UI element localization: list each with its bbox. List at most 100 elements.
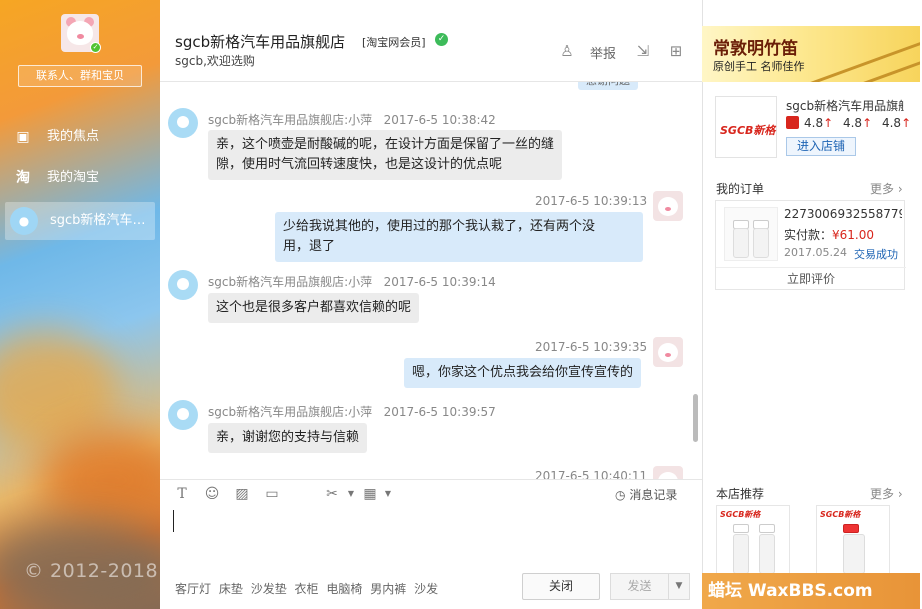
user-avatar-small[interactable] (653, 337, 683, 367)
keyword-link[interactable]: 客厅灯 (175, 582, 211, 596)
order-product-image[interactable] (724, 207, 778, 261)
message-time: 2017-6-5 10:40:11 (535, 469, 648, 479)
chat-message-list[interactable]: 感谢问题 sgcb新格汽车用品旗舰店:小萍 2017-6-5 10:38:42 … (160, 82, 702, 479)
order-date: 2017.05.24 (784, 246, 847, 259)
recommend-title: 本店推荐 (716, 487, 765, 501)
bottle-graphic (733, 524, 749, 533)
verified-icon: ✓ (435, 33, 448, 46)
watermark-banner: 蜡坛 WaxBBS.com (702, 573, 920, 609)
message-sender: sgcb新格汽车用品旗舰店:小萍 2017-6-5 10:39:14 (208, 273, 496, 290)
report-button[interactable]: 举报 (590, 43, 616, 62)
shop-name[interactable]: sgcb新格汽车用品旗舰店 (786, 97, 904, 114)
sender-name: sgcb新格汽车用品旗舰店:小萍 (208, 405, 373, 419)
shop-agent-avatar[interactable] (168, 400, 198, 430)
keyword-link[interactable]: 床垫 (219, 582, 243, 596)
order-paid: 实付款：¥61.00 (784, 226, 874, 243)
sender-name: sgcb新格汽车用品旗舰店:小萍 (208, 113, 373, 127)
message-time: 2017-6-5 10:39:13 (535, 194, 648, 208)
send-options-chevron-icon[interactable]: ▼ (668, 573, 690, 600)
chevron-down-icon[interactable]: ▼ (342, 486, 360, 502)
user-avatar-small[interactable] (653, 191, 683, 221)
share-screen-icon[interactable]: ⇲ (634, 42, 652, 60)
message-history-button[interactable]: ◷ 消息记录 (615, 486, 677, 503)
message-bubble-partial: 感谢问题 (578, 82, 638, 90)
shop-ratings: 4.8↑ 4.8↑ 4.8↑ (804, 116, 911, 130)
bottle-graphic (753, 228, 769, 258)
rating-value: 4.8 (881, 116, 902, 130)
chat-scrollbar[interactable] (693, 394, 698, 442)
apps-grid-icon[interactable]: ⊞ (667, 42, 685, 60)
chevron-right-icon: › (897, 487, 903, 501)
message-bubble: 嗯，你家这个优点我会给你宣传宣传的 (404, 358, 642, 388)
shop-card: SGCB新格 sgcb新格汽车用品旗舰店 4.8↑ 4.8↑ 4.8↑ 进入店铺 (715, 96, 911, 166)
online-status-icon: ✓ (90, 42, 101, 53)
order-id[interactable]: 2273006932558779 (784, 207, 902, 221)
sidebar: ✓ 联系人、群和宝贝 ▣ 我的焦点 淘 我的淘宝 ● sgcb新格汽车用品旗舰店 (0, 0, 160, 609)
message-line: 亲，谢谢您的支持与信赖 (216, 430, 360, 445)
enter-shop-button[interactable]: 进入店铺 (786, 137, 856, 156)
bottle-graphic (843, 534, 865, 574)
calendar-icon[interactable]: ▦ (361, 486, 379, 502)
keyword-link[interactable]: 沙发 (414, 582, 438, 596)
user-avatar-small[interactable] (653, 466, 683, 479)
evaluate-button[interactable]: 立即评价 (716, 267, 906, 289)
order-status[interactable]: 交易成功 (854, 246, 898, 262)
message-bubble: 亲，这个喷壶是耐酸碱的呢，在设计方面是保留了一丝的缝 隙，使用时气流回转速度快，… (208, 130, 563, 180)
message-line: 亲，这个喷壶是耐酸碱的呢，在设计方面是保留了一丝的缝 (216, 137, 555, 152)
message-line: 嗯，你家这个优点我会给你宣传宣传的 (412, 365, 634, 380)
message-line: 这个也是很多客户都喜欢信赖的呢 (216, 300, 412, 315)
banner-title: 常敦明竹笛 (713, 39, 798, 59)
product-logo-text: SGCB新格 (820, 510, 861, 519)
message-sender: sgcb新格汽车用品旗舰店:小萍 2017-6-5 10:38:42 (208, 111, 496, 128)
rating-value: 4.8 (804, 116, 824, 130)
avatar-face (658, 472, 678, 479)
keyword-link[interactable]: 沙发垫 (251, 582, 287, 596)
sidebar-item-focus[interactable]: ▣ 我的焦点 (0, 118, 160, 156)
shop-title[interactable]: sgcb新格汽车用品旗舰店 (175, 31, 345, 52)
keyword-link[interactable]: 电脑椅 (326, 582, 362, 596)
emoji-icon[interactable]: ☺ (203, 486, 221, 502)
message-time: 2017-6-5 10:38:42 (383, 113, 496, 127)
send-button[interactable]: 发送 (610, 573, 668, 600)
sidebar-item-shop-chat[interactable]: ● sgcb新格汽车用品旗舰店 (5, 202, 155, 240)
more-label: 更多 (870, 487, 895, 501)
close-button[interactable]: 关闭 (522, 573, 600, 600)
orders-more-link[interactable]: 更多 › (870, 180, 903, 197)
shop-avatar-icon: ● (10, 207, 38, 235)
input-toolbar: T ☺ ▨ ▭ ✂ ▼ ▦ ▼ ◷ 消息记录 (160, 479, 702, 507)
order-card: 2273006932558779 实付款：¥61.00 2017.05.24 交… (715, 200, 906, 290)
rating-value: 4.8 (842, 116, 863, 130)
recommend-more-link[interactable]: 更多 › (870, 485, 903, 502)
contact-search-input[interactable]: 联系人、群和宝贝 (18, 65, 142, 87)
image-icon[interactable]: ▨ (233, 486, 251, 502)
watermark-text: © 2012-2018 WaxBBS.com CC BY-NC-SA 4.0 (24, 560, 466, 582)
avatar-nose (665, 353, 671, 357)
bottle-graphic (759, 524, 775, 533)
ad-banner[interactable]: 常敦明竹笛 原创手工 名师佳作 (702, 26, 920, 82)
shop-agent-avatar[interactable] (168, 108, 198, 138)
screenshot-scissors-icon[interactable]: ✂ (323, 486, 341, 502)
flute-graphic (796, 26, 920, 82)
message-line: 隙，使用时气流回转速度快，也是这设计的优点呢 (216, 157, 503, 172)
banner-subtitle: 原创手工 名师佳作 (713, 60, 805, 73)
avatar-nose (77, 34, 84, 39)
keyword-link[interactable]: 衣柜 (295, 582, 319, 596)
shop-logo[interactable]: SGCB新格 (715, 96, 777, 158)
keyword-link[interactable]: 男内裤 (370, 582, 406, 596)
bottle-graphic (843, 524, 859, 533)
message-bubble: 少给我说其他的，使用过的那个我认栽了，还有两个没 用，退了 (275, 212, 643, 262)
sidebar-item-taobao[interactable]: 淘 我的淘宝 (0, 159, 160, 197)
shop-agent-avatar[interactable] (168, 270, 198, 300)
chevron-down-icon[interactable]: ▼ (379, 486, 397, 502)
sidebar-background-blob (40, 430, 160, 530)
screen-share-icon[interactable]: ▭ (263, 486, 281, 502)
font-icon[interactable]: T (173, 486, 191, 502)
shop-rating-icon (786, 116, 799, 129)
avatar-face (67, 21, 93, 45)
bottle-graphic (759, 534, 775, 574)
bottle-graphic (733, 228, 749, 258)
message-time: 2017-6-5 10:39:35 (535, 340, 648, 354)
add-contact-icon[interactable]: ♙ (558, 42, 576, 60)
product-logo-text: SGCB新格 (720, 510, 761, 519)
sidebar-item-label: 我的淘宝 (47, 170, 100, 185)
